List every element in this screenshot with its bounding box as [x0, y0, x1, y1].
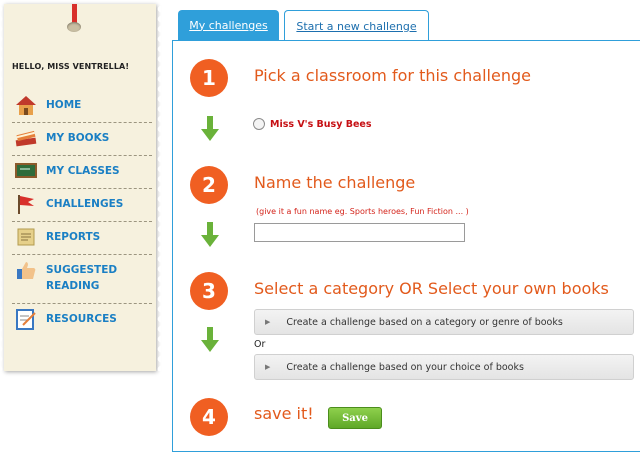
sidebar-nav: HOME MY BOOKS MY CLASSES CHALLENGES REPO… [12, 90, 152, 336]
sidebar-item-reports[interactable]: REPORTS [12, 222, 152, 255]
challenge-panel [172, 40, 640, 452]
step-2-title: Name the challenge [254, 173, 416, 192]
sidebar-item-suggested-reading[interactable]: SUGGESTED READING [12, 255, 152, 304]
notepad-icon [16, 309, 36, 330]
sidebar-item-resources[interactable]: RESOURCES [12, 304, 152, 336]
scroll-icon [17, 228, 35, 246]
sidebar-item-challenges[interactable]: CHALLENGES [12, 189, 152, 222]
category-challenge-option[interactable]: ▶ Create a challenge based on a category… [254, 309, 634, 335]
down-arrow-icon [201, 222, 219, 247]
classroom-option[interactable]: Miss V's Busy Bees [253, 118, 372, 130]
name-hint: (give it a fun name eg. Sports heroes, F… [256, 207, 469, 216]
tab-my-challenges[interactable]: My challenges [178, 10, 279, 40]
sidebar-item-label: CHALLENGES [46, 198, 124, 210]
greeting: HELLO, MISS VENTRELLA! [12, 62, 130, 71]
house-icon [16, 96, 36, 115]
sidebar-item-label: MY CLASSES [46, 165, 120, 177]
save-button[interactable]: Save [328, 407, 382, 429]
down-arrow-icon [201, 116, 219, 141]
sidebar-item-label: HOME [46, 99, 82, 111]
step-2-badge: 2 [190, 166, 228, 204]
ribbon-hole [67, 22, 81, 32]
books-option-label: Create a challenge based on your choice … [286, 361, 524, 373]
sidebar-ticket: HELLO, MISS VENTRELLA! HOME MY BOOKS MY … [0, 4, 161, 371]
books-challenge-option[interactable]: ▶ Create a challenge based on your choic… [254, 354, 634, 380]
books-icon [15, 130, 37, 147]
down-arrow-icon [201, 327, 219, 352]
category-option-label: Create a challenge based on a category o… [286, 316, 563, 328]
step-4-badge: 4 [190, 398, 228, 436]
step-1-title: Pick a classroom for this challenge [254, 66, 531, 85]
challenge-name-input[interactable] [254, 223, 465, 242]
or-label: Or [254, 339, 266, 350]
tab-start-new-challenge[interactable]: Start a new challenge [284, 10, 429, 41]
classroom-label[interactable]: Miss V's Busy Bees [270, 119, 372, 130]
sidebar-item-label: REPORTS [46, 231, 101, 243]
chalkboard-icon [15, 163, 37, 178]
step-4-title: save it! [254, 404, 314, 423]
flag-icon [18, 195, 34, 214]
sidebar-item-label: MY BOOKS [46, 132, 110, 144]
sidebar-item-my-classes[interactable]: MY CLASSES [12, 156, 152, 189]
sidebar-item-label: RESOURCES [46, 313, 117, 325]
step-3-title: Select a category OR Select your own boo… [254, 279, 609, 298]
sidebar-item-home[interactable]: HOME [12, 90, 152, 123]
expand-triangle-icon: ▶ [265, 363, 271, 371]
expand-triangle-icon: ▶ [265, 318, 271, 326]
classroom-radio[interactable] [253, 118, 265, 130]
step-3-badge: 3 [190, 272, 228, 310]
sidebar-item-label: SUGGESTED READING [46, 264, 118, 292]
thumbs-up-icon [17, 262, 36, 279]
step-1-badge: 1 [190, 59, 228, 97]
sidebar-item-my-books[interactable]: MY BOOKS [12, 123, 152, 156]
